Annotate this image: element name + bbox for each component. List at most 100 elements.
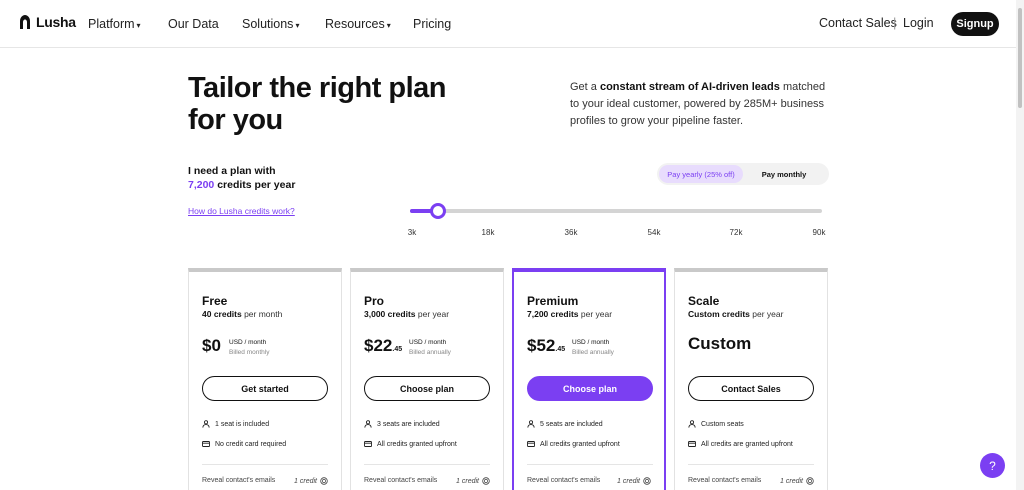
price-currency: USD / month: [229, 339, 267, 346]
credit-cost-text: 1 credit: [617, 477, 640, 485]
credits-slider-handle[interactable]: [430, 203, 446, 219]
feature-seats: Custom seats: [688, 420, 744, 428]
how-credits-work-link[interactable]: How do Lusha credits work?: [188, 206, 295, 216]
plan-card-pro: Pro 3,000 credits per year $22.45 USD / …: [350, 268, 504, 490]
user-icon: [202, 420, 210, 428]
chevron-down-icon: ▾: [136, 20, 141, 30]
card-divider: [527, 464, 653, 465]
slider-tick-label: 72k: [729, 228, 743, 237]
reveal-credit-cost: 1 credit: [617, 477, 651, 485]
feature-text: All credits granted upfront: [377, 440, 457, 448]
plan-price-value: $52: [527, 336, 556, 355]
plan-credits-amount: 3,000 credits: [364, 309, 416, 319]
credit-cost-text: 1 credit: [780, 477, 803, 485]
feature-text: Custom seats: [701, 420, 744, 428]
reveal-emails-label: Reveal contact's emails: [202, 477, 276, 484]
plan-price-cents: .45: [392, 346, 403, 353]
plan-name: Pro: [364, 294, 385, 308]
card-divider: [202, 464, 328, 465]
choose-plan-button[interactable]: Choose plan: [364, 376, 490, 401]
feature-seats: 3 seats are included: [364, 420, 440, 428]
user-icon: [527, 420, 535, 428]
nav-item-our-data[interactable]: Our Data: [168, 17, 219, 31]
scrollbar-thumb[interactable]: [1018, 8, 1022, 108]
chevron-down-icon: ▾: [386, 20, 391, 30]
pay-monthly-option[interactable]: Pay monthly: [747, 165, 821, 183]
slider-tick-label: 18k: [481, 228, 495, 237]
nav-item-platform[interactable]: Platform ▾: [88, 17, 141, 31]
nav-item-solutions[interactable]: Solutions ▾: [242, 17, 299, 31]
nav-item-label: Solutions: [242, 17, 294, 31]
hero-desc-prefix: Get a: [570, 81, 600, 93]
price-billing: Billed annually: [572, 349, 614, 356]
lusha-logo[interactable]: Lusha: [18, 14, 76, 30]
contact-sales-button[interactable]: Contact Sales: [688, 376, 814, 401]
reveal-emails-label: Reveal contact's emails: [527, 477, 601, 484]
card-divider: [364, 464, 490, 465]
coin-icon: [643, 477, 651, 485]
nav-item-pricing[interactable]: Pricing: [413, 17, 451, 31]
feature-credits-upfront: All credits are granted upfront: [688, 440, 793, 448]
pay-yearly-option[interactable]: Pay yearly (25% off): [659, 165, 743, 183]
credit-card-icon: [202, 441, 210, 447]
credits-need-label: I need a plan with 7,200 credits per yea…: [188, 164, 295, 192]
slider-tick-label: 54k: [647, 228, 661, 237]
reveal-credit-cost: 1 credit: [780, 477, 814, 485]
credit-cost-text: 1 credit: [294, 477, 317, 485]
credit-cost-text: 1 credit: [456, 477, 479, 485]
feature-text: All credits are granted upfront: [701, 440, 793, 448]
hero-desc-highlight: constant stream of AI-driven leads: [599, 81, 780, 93]
price-billing: Billed annually: [409, 349, 451, 356]
reveal-emails-label: Reveal contact's emails: [364, 477, 438, 484]
plan-price: $52.45: [527, 336, 565, 356]
login-link[interactable]: Login: [903, 16, 934, 30]
plan-credits-period: per year: [580, 309, 613, 319]
nav-item-resources[interactable]: Resources ▾: [325, 17, 391, 31]
plan-price-cents: .45: [555, 346, 566, 353]
credits-slider-track[interactable]: [410, 209, 822, 213]
feature-text: 5 seats are included: [540, 420, 603, 428]
plan-credits: 7,200 credits per year: [527, 309, 612, 319]
feature-text: 3 seats are included: [377, 420, 440, 428]
hero-description: Get a constant stream of AI-driven leads…: [570, 79, 832, 130]
page-title: Tailor the right plan for you: [188, 72, 447, 136]
choose-plan-button[interactable]: Choose plan: [527, 376, 653, 401]
plan-credits-amount: 40 credits: [202, 309, 242, 319]
user-icon: [364, 420, 372, 428]
plan-card-premium: Premium 7,200 credits per year $52.45 US…: [512, 268, 666, 490]
get-started-button[interactable]: Get started: [202, 376, 328, 401]
nav-item-label: Our Data: [168, 17, 219, 31]
credits-suffix: credits per year: [217, 179, 296, 191]
feature-seats: 5 seats are included: [527, 420, 603, 428]
plan-name: Free: [202, 294, 228, 308]
plan-price: $22.45: [364, 336, 402, 356]
plan-price-value: $0: [202, 336, 221, 355]
plan-credits: Custom credits per year: [688, 309, 783, 319]
price-currency: USD / month: [572, 339, 610, 346]
plan-credits-amount: 7,200 credits: [527, 309, 579, 319]
slider-tick-label: 36k: [564, 228, 578, 237]
credit-card-icon: [527, 441, 535, 447]
feature-seats: 1 seat is included: [202, 420, 269, 428]
signup-button[interactable]: Signup: [951, 12, 999, 36]
credit-card-icon: [688, 441, 696, 447]
reveal-credit-cost: 1 credit: [294, 477, 328, 485]
plan-price-custom: Custom: [688, 334, 752, 353]
top-navbar: Lusha Platform ▾ Our Data Solutions ▾ Re…: [0, 0, 1016, 48]
slider-tick-label: 90k: [812, 228, 826, 237]
help-button[interactable]: ?: [980, 453, 1005, 478]
reveal-credit-cost: 1 credit: [456, 477, 490, 485]
nav-separator: |: [893, 15, 897, 30]
reveal-emails-label: Reveal contact's emails: [688, 477, 762, 484]
coin-icon: [806, 477, 814, 485]
lusha-logo-icon: [20, 15, 30, 29]
plan-credits: 40 credits per month: [202, 309, 282, 319]
feature-credit-card: No credit card required: [202, 440, 286, 448]
brand-name: Lusha: [36, 14, 76, 30]
chevron-down-icon: ▾: [295, 20, 300, 30]
credits-amount: 7,200 credits per year: [188, 178, 295, 192]
plan-credits-period: per year: [417, 309, 450, 319]
plan-name: Premium: [527, 294, 579, 308]
plan-credits-period: per year: [752, 309, 784, 319]
contact-sales-link[interactable]: Contact Sales: [819, 16, 897, 30]
